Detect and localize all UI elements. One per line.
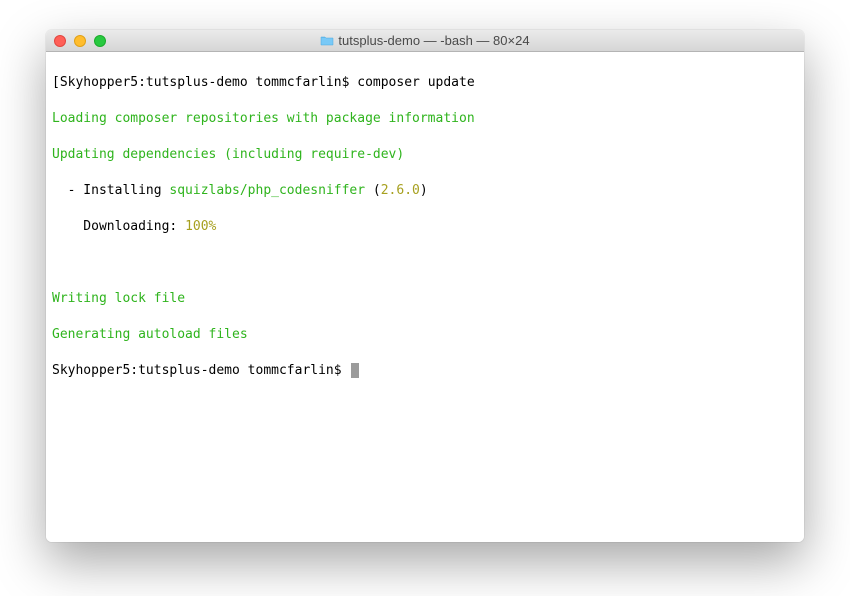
prompt: Skyhopper5:tutsplus-demo tommcfarlin$: [60, 75, 357, 90]
command-text: composer update: [357, 75, 474, 90]
package-version: 2.6.0: [381, 183, 420, 198]
prompt-bracket: [: [52, 75, 60, 90]
titlebar: tutsplus-demo — -bash — 80×24: [46, 30, 804, 52]
output-line: Updating dependencies (including require…: [52, 146, 798, 164]
minimize-icon[interactable]: [74, 35, 86, 47]
cursor: [351, 363, 359, 378]
paren: ): [420, 183, 428, 198]
maximize-icon[interactable]: [94, 35, 106, 47]
package-name: squizlabs/php_codesniffer: [169, 183, 365, 198]
window-title-group: tutsplus-demo — -bash — 80×24: [46, 33, 804, 48]
paren: (: [365, 183, 381, 198]
output-line: Writing lock file: [52, 290, 798, 308]
traffic-lights: [54, 35, 106, 47]
prompt: Skyhopper5:tutsplus-demo tommcfarlin$: [52, 363, 349, 378]
download-percent: 100%: [185, 219, 216, 234]
close-icon[interactable]: [54, 35, 66, 47]
terminal-window: tutsplus-demo — -bash — 80×24 [Skyhopper…: [46, 30, 804, 542]
output-line: Loading composer repositories with packa…: [52, 110, 798, 128]
output-line: Generating autoload files: [52, 326, 798, 344]
output-line: Downloading:: [52, 219, 185, 234]
terminal-body[interactable]: [Skyhopper5:tutsplus-demo tommcfarlin$ c…: [46, 52, 804, 542]
output-line: - Installing: [52, 183, 169, 198]
folder-icon: [320, 35, 334, 46]
window-title: tutsplus-demo — -bash — 80×24: [338, 33, 529, 48]
